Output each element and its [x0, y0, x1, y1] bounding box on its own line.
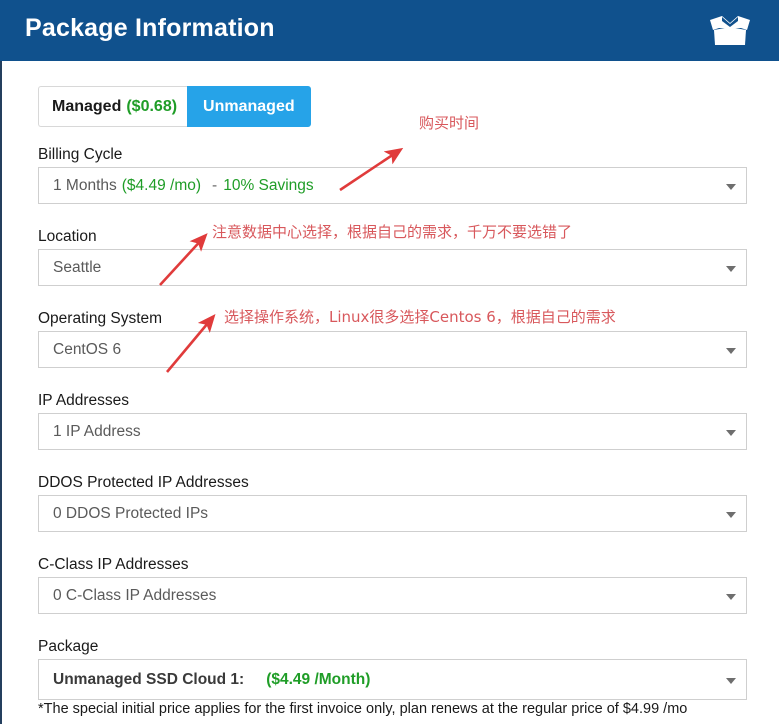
- package-price: ($4.49 /Month): [266, 670, 371, 688]
- c-class-ip-addresses-label: C-Class IP Addresses: [38, 556, 189, 573]
- billing-cycle-dash: -: [212, 176, 218, 194]
- page-title: Package Information: [25, 14, 275, 42]
- managed-toggle-button[interactable]: Managed ($0.68): [38, 86, 188, 127]
- package-label: Package: [38, 638, 99, 655]
- billing-cycle-price: ($4.49 /mo): [121, 176, 202, 194]
- annotation-purchase-time: 购买时间: [419, 114, 480, 132]
- chevron-down-icon[interactable]: [726, 183, 736, 190]
- c-class-ip-addresses-select[interactable]: 0 C-Class IP Addresses: [38, 577, 747, 614]
- chevron-down-icon[interactable]: [726, 677, 736, 684]
- ddos-ip-addresses-label: DDOS Protected IP Addresses: [38, 474, 249, 491]
- field-billing-cycle: Billing Cycle 1 Months ($4.49 /mo) - 10%…: [38, 145, 747, 204]
- billing-cycle-term: 1 Months: [53, 176, 117, 194]
- annotation-os-choice: 选择操作系统，Linux很多选择Centos 6，根据自己的需求: [224, 308, 616, 326]
- package-form-panel: Managed ($0.68) Unmanaged Billing Cycle …: [0, 61, 779, 724]
- open-box-icon: [708, 14, 752, 47]
- ip-addresses-value: 1 IP Address: [53, 422, 141, 440]
- billing-cycle-savings: 10% Savings: [223, 176, 314, 194]
- ddos-ip-addresses-select[interactable]: 0 DDOS Protected IPs: [38, 495, 747, 532]
- page-header: Package Information: [0, 0, 779, 61]
- location-value: Seattle: [53, 258, 102, 276]
- chevron-down-icon[interactable]: [726, 265, 736, 272]
- billing-cycle-select[interactable]: 1 Months ($4.49 /mo) - 10% Savings: [38, 167, 747, 204]
- billing-cycle-value: 1 Months ($4.49 /mo) - 10% Savings: [53, 177, 314, 195]
- location-select[interactable]: Seattle: [38, 249, 747, 286]
- chevron-down-icon[interactable]: [726, 511, 736, 518]
- chevron-down-icon[interactable]: [726, 429, 736, 436]
- field-c-class-ip-addresses: C-Class IP Addresses 0 C-Class IP Addres…: [38, 555, 747, 614]
- package-value: Unmanaged SSD Cloud 1: ($4.49 /Month): [53, 671, 370, 689]
- package-select[interactable]: Unmanaged SSD Cloud 1: ($4.49 /Month): [38, 659, 747, 700]
- ip-addresses-select[interactable]: 1 IP Address: [38, 413, 747, 450]
- unmanaged-toggle-button[interactable]: Unmanaged: [187, 86, 311, 127]
- field-package: Package Unmanaged SSD Cloud 1: ($4.49 /M…: [38, 637, 747, 700]
- annotation-datacenter-choice: 注意数据中心选择，根据自己的需求，千万不要选错了: [212, 223, 573, 241]
- operating-system-value: CentOS 6: [53, 340, 122, 358]
- ip-addresses-label: IP Addresses: [38, 392, 130, 409]
- field-ddos-ip-addresses: DDOS Protected IP Addresses 0 DDOS Prote…: [38, 473, 747, 532]
- managed-toggle-price: ($0.68): [126, 97, 178, 115]
- managed-toggle-label: Managed: [52, 97, 122, 115]
- operating-system-select[interactable]: CentOS 6: [38, 331, 747, 368]
- c-class-ip-addresses-value: 0 C-Class IP Addresses: [53, 586, 217, 604]
- unmanaged-toggle-label: Unmanaged: [203, 97, 295, 115]
- chevron-down-icon[interactable]: [726, 593, 736, 600]
- price-disclaimer: *The special initial price applies for t…: [38, 701, 688, 717]
- ddos-ip-addresses-value: 0 DDOS Protected IPs: [53, 504, 209, 522]
- package-name: Unmanaged SSD Cloud 1:: [53, 670, 245, 688]
- chevron-down-icon[interactable]: [726, 347, 736, 354]
- field-ip-addresses: IP Addresses 1 IP Address: [38, 391, 747, 450]
- billing-cycle-label: Billing Cycle: [38, 146, 123, 163]
- managed-toggle-group[interactable]: Managed ($0.68) Unmanaged: [38, 86, 311, 127]
